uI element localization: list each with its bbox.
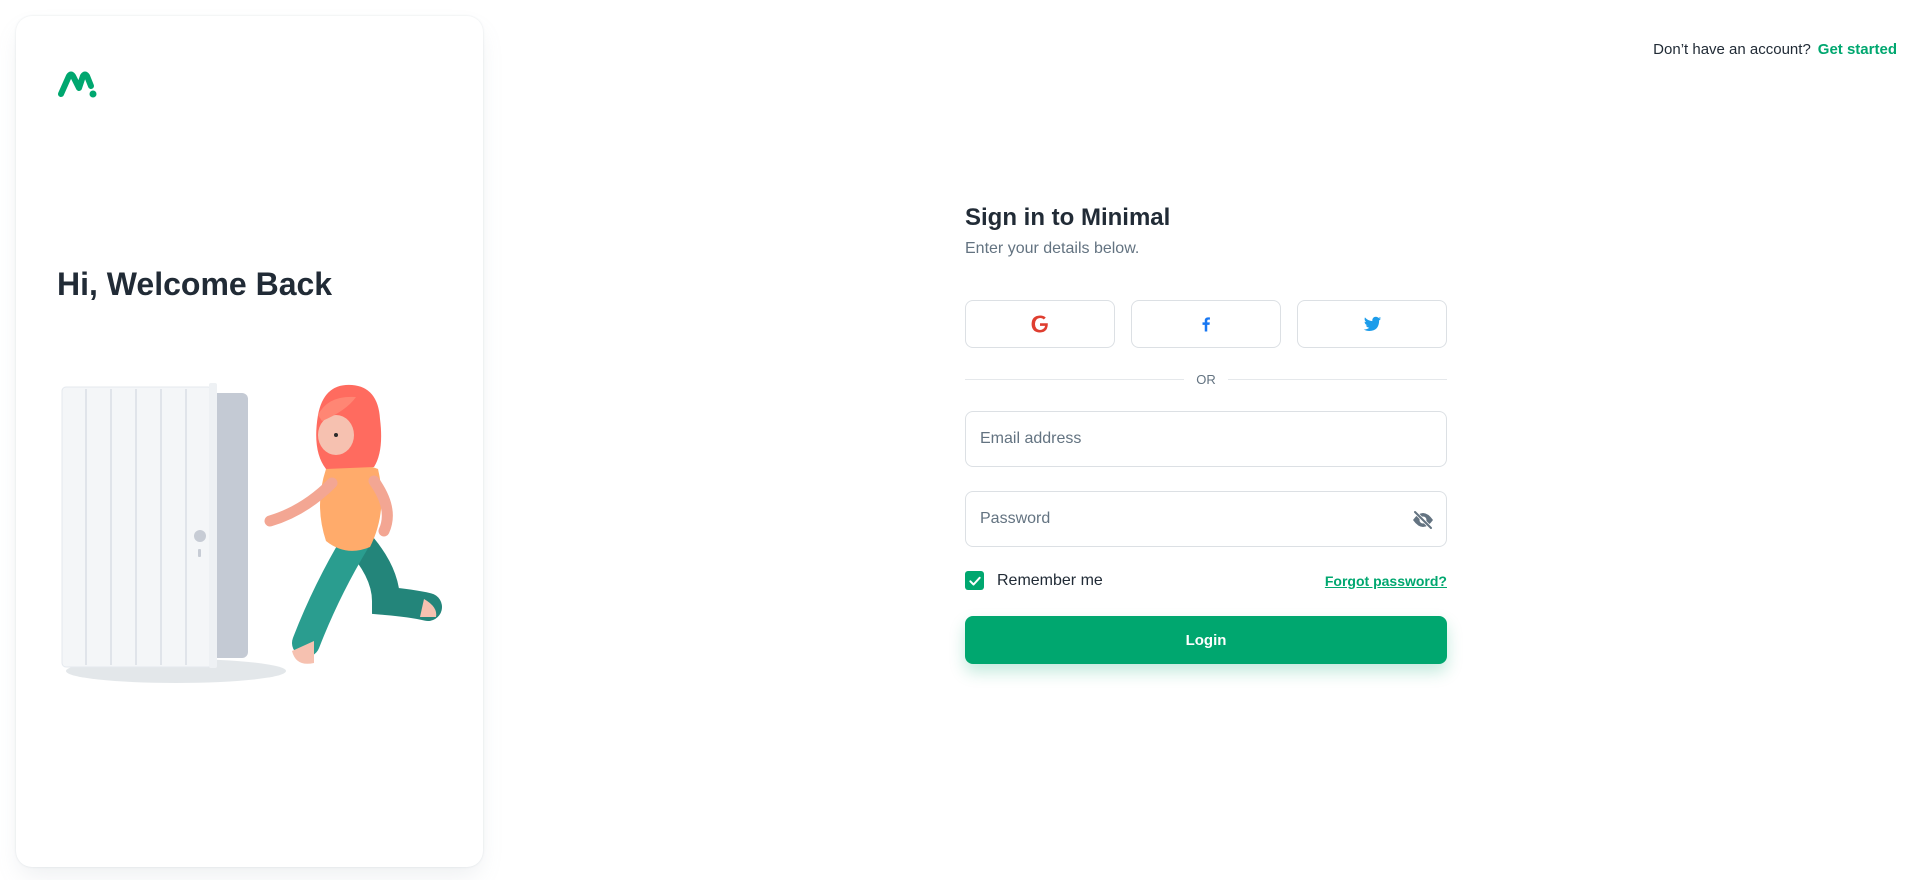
remember-me-checkbox[interactable]: Remember me	[965, 571, 1103, 590]
forgot-password-link[interactable]: Forgot password?	[1325, 573, 1447, 589]
social-login-row	[965, 300, 1447, 348]
or-text: OR	[1196, 372, 1216, 387]
password-field-wrapper	[965, 491, 1447, 547]
remember-row: Remember me Forgot password?	[965, 571, 1447, 590]
password-field[interactable]	[966, 492, 1446, 546]
divider-line-right	[1227, 379, 1447, 380]
divider-line-left	[965, 379, 1185, 380]
login-button[interactable]: Login	[965, 616, 1447, 664]
facebook-login-button[interactable]	[1131, 300, 1281, 348]
facebook-icon	[1202, 317, 1210, 332]
twitter-icon	[1363, 316, 1382, 332]
signup-prompt: Don’t have an account? Get started	[1653, 41, 1897, 58]
minimal-logo-icon[interactable]	[57, 64, 97, 104]
email-field-wrapper	[965, 411, 1447, 467]
google-icon	[1031, 315, 1048, 333]
checkbox-checked[interactable]	[965, 571, 984, 590]
sign-in-form: Sign in to Minimal Enter your details be…	[965, 200, 1447, 664]
login-illustration	[61, 383, 442, 683]
check-icon	[968, 576, 981, 585]
email-field[interactable]	[966, 412, 1446, 466]
google-login-button[interactable]	[965, 300, 1115, 348]
welcome-panel: Hi, Welcome Back	[16, 16, 483, 867]
eye-off-icon[interactable]	[1411, 508, 1435, 532]
page-title: Sign in to Minimal	[965, 204, 1171, 231]
no-account-text: Don’t have an account?	[1653, 41, 1811, 58]
or-divider: OR	[965, 372, 1447, 387]
get-started-link[interactable]: Get started	[1818, 41, 1897, 58]
twitter-login-button[interactable]	[1297, 300, 1447, 348]
welcome-heading: Hi, Welcome Back	[57, 266, 333, 302]
remember-me-label: Remember me	[997, 571, 1103, 589]
page-subtitle: Enter your details below.	[965, 240, 1140, 257]
